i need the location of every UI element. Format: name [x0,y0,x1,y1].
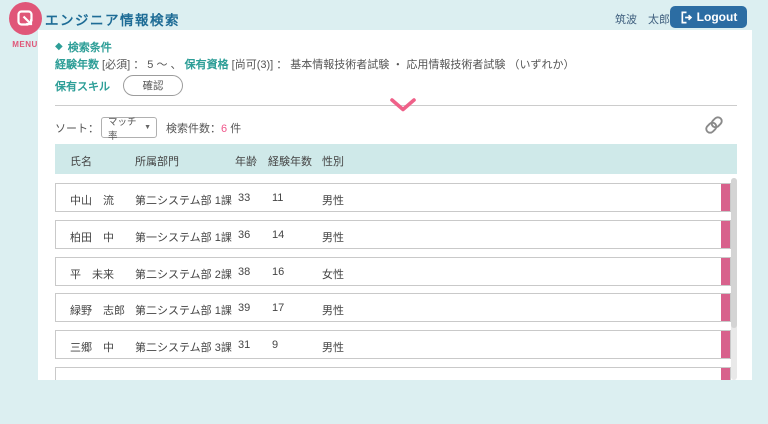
row-name: 三郷 中 [70,339,114,355]
row-dept: 第一システム部 1課 [135,229,232,245]
menu-logo-icon [9,2,42,35]
row-accent-bar [721,221,730,248]
search-conditions-title: ◆ 検索条件 [55,39,112,55]
column-header-exp: 経験年数 [268,153,312,169]
sort-label: ソート： [55,120,99,136]
row-exp: 17 [272,302,284,314]
row-gender: 男性 [322,339,344,355]
row-name: 緑野 志郎 [70,302,125,318]
skill-row: 保有スキル 確認 [55,75,183,96]
row-gender: 男性 [322,302,344,318]
dropdown-arrow-icon: ▼ [144,124,151,131]
sort-dropdown[interactable]: マッチ率 ▼ [101,117,157,138]
row-exp: 14 [272,229,284,241]
row-dept: 第二システム部 3課 [135,339,232,355]
row-age: 36 [238,229,250,241]
skill-label: 保有スキル [55,78,110,94]
user-name: 筑波 太郎 [615,11,665,27]
logout-door-icon [680,11,693,24]
column-header-gender: 性別 [322,153,344,169]
row-name: 中山 流 [70,192,114,208]
column-header-dept: 所属部門 [135,153,179,169]
row-dept: 第二システム部 1課 [135,192,232,208]
table-row[interactable]: 三郷 中 第二システム部 3課 31 9 男性 [55,330,731,359]
row-accent-bar [721,184,730,211]
content-panel: ◆ 検索条件 経験年数 [必須] ： 5 ～ 、 保有資格 [尚可(3)] ： … [38,30,752,380]
scrollbar-thumb[interactable] [731,178,737,328]
row-age: 39 [238,302,250,314]
share-link-button[interactable] [703,114,725,136]
page-title: エンジニア情報検索 [45,9,180,29]
count-unit: 件 [230,123,241,135]
condition-experience-label: 経験年数 [55,59,99,71]
row-gender: 男性 [322,192,344,208]
logout-label: Logout [697,10,738,24]
row-dept: 第二システム部 1課 [135,302,232,318]
row-age: 33 [238,192,250,204]
table-row[interactable]: 緑野 志郎 第二システム部 1課 39 17 男性 [55,293,731,322]
row-exp: 16 [272,266,284,278]
column-header-age: 年齢 [235,153,257,169]
logout-button[interactable]: Logout [670,6,747,28]
diamond-icon: ◆ [55,42,63,52]
result-count: 検索件数：6 件 [166,120,241,136]
search-condition-text: 経験年数 [必須] ： 5 ～ 、 保有資格 [尚可(3)] ： 基本情報技術者… [55,56,574,72]
table-row[interactable]: 平 未来 第二システム部 2課 38 16 女性 [55,257,731,286]
row-accent-bar [721,368,730,380]
row-age: 38 [238,266,250,278]
row-accent-bar [721,258,730,285]
condition-certification-detail: [尚可(3)] ： 基本情報技術者試験 ・ 応用情報技術者試験 （いずれか） [229,59,575,71]
row-exp: 11 [272,192,283,204]
search-conditions-label: 検索条件 [68,39,112,55]
row-gender: 男性 [322,229,344,245]
table-header: 氏名 所属部門 年齢 経験年数 性別 [55,144,737,174]
row-name: 柏田 中 [70,229,114,245]
link-chain-icon [703,114,725,136]
count-value: 6 [221,123,227,135]
table-row[interactable]: 中山 流 第二システム部 1課 33 11 男性 [55,183,731,212]
result-list: 中山 流 第二システム部 1課 33 11 男性 柏田 中 第一システム部 1課… [55,183,731,380]
chevron-down-icon[interactable] [389,97,417,113]
row-age: 31 [238,339,250,351]
row-exp: 9 [272,339,278,351]
page: MENU エンジニア情報検索 筑波 太郎 Logout ◆ 検索条件 経験年数 … [0,0,768,424]
table-row[interactable]: 柏田 中 第一システム部 1課 36 14 男性 [55,220,731,249]
condition-experience-detail: [必須] ： 5 ～ 、 [99,59,185,71]
column-header-name: 氏名 [70,153,92,169]
menu-label: MENU [8,40,42,49]
menu-button[interactable]: MENU [8,2,42,49]
sort-dropdown-value: マッチ率 [108,114,144,142]
row-dept: 第二システム部 2課 [135,266,232,282]
sort-toolbar: ソート： マッチ率 ▼ 検索件数：6 件 [55,117,241,138]
row-accent-bar [721,331,730,358]
confirm-button[interactable]: 確認 [123,75,183,96]
row-gender: 女性 [322,266,344,282]
count-label: 検索件数： [166,123,221,135]
row-accent-bar [721,294,730,321]
table-row-partial[interactable] [55,367,731,380]
row-name: 平 未来 [70,266,114,282]
list-scrollbar[interactable] [731,178,737,380]
condition-certification-label: 保有資格 [185,59,229,71]
